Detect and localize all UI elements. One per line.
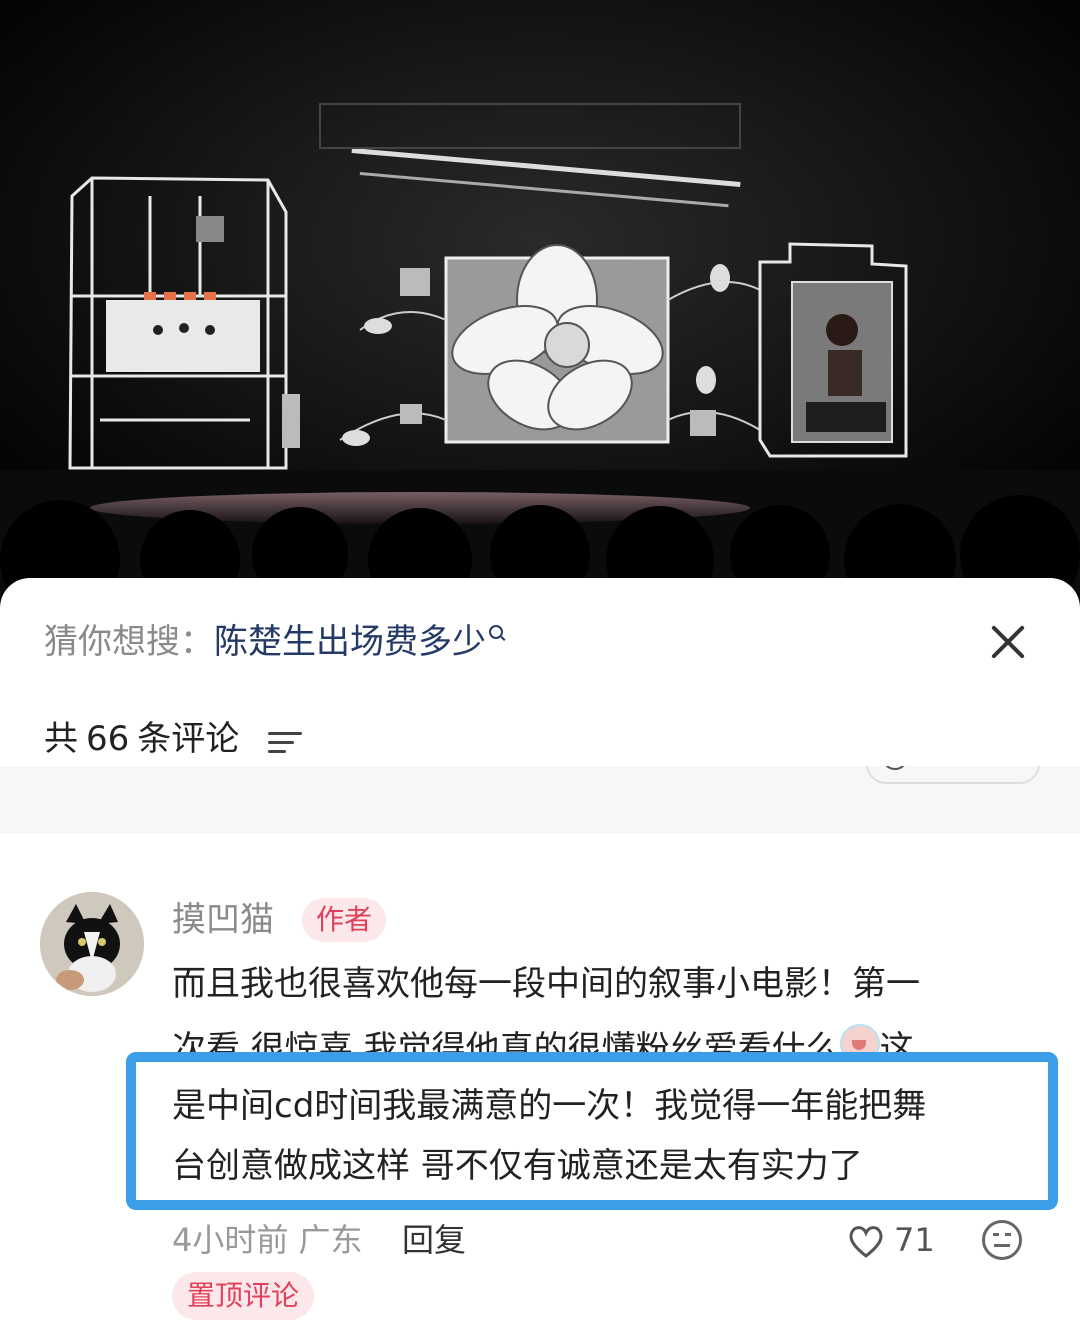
sort-icon[interactable] [268, 730, 302, 756]
comment-location: 广东 [298, 1221, 363, 1259]
comment-text-line: 而且我也很喜欢他每一段中间的叙事小电影！第一 [172, 964, 920, 1004]
comments-count-suffix: 条评论 [137, 719, 240, 759]
comment-text-line: 台创意做成这样 哥不仅有诚意还是太有实力了 [172, 1146, 863, 1186]
comment-text-line: 是中间cd时间我最满意的一次！我觉得一年能把舞 [172, 1086, 927, 1126]
pinned-comment-badge: 置顶评论 [172, 1272, 314, 1320]
heart-icon [849, 1226, 883, 1258]
comment-time: 4小时前 [172, 1221, 289, 1259]
avatar[interactable] [40, 892, 144, 996]
reply-button[interactable]: 回复 [402, 1218, 466, 1262]
dislike-icon [882, 766, 908, 770]
previous-comment-meta [0, 766, 1080, 834]
dislike-button[interactable] [866, 766, 1040, 784]
comments-count-prefix: 共 [44, 719, 78, 759]
comment-username[interactable]: 摸凹猫 [172, 898, 274, 942]
comments-count-title: 共 66 条评论 [44, 716, 239, 762]
comment-meta: 4小时前 广东 [172, 1218, 363, 1262]
search-icon [489, 625, 503, 639]
close-button[interactable] [984, 618, 1032, 666]
search-suggestion-term[interactable]: 陈楚生出场费多少 [214, 622, 486, 662]
comments-count: 66 [86, 719, 130, 759]
neutral-face-icon[interactable] [982, 1220, 1022, 1260]
concert-photo [0, 0, 1080, 600]
search-suggestion[interactable]: 猜你想搜：陈楚生出场费多少 [44, 620, 503, 664]
like-count: 71 [894, 1221, 935, 1259]
author-badge: 作者 [302, 898, 386, 942]
search-suggestion-prefix: 猜你想搜： [44, 622, 214, 662]
